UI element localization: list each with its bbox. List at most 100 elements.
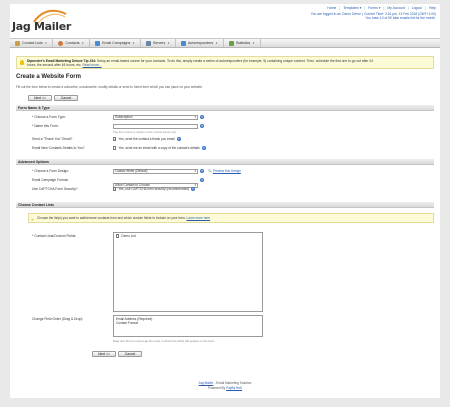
- contacts-icon: [58, 40, 64, 46]
- footer-line-2: Powered By PayByTech: [10, 386, 440, 391]
- nav-label: Statistics: [235, 41, 251, 45]
- top-links: Home | Templates ▾ | Forms ▾ | My Account | …: [327, 6, 436, 10]
- lists-notice-text: Choose the list(s) you want to add/remov…: [37, 216, 186, 220]
- form-design-select[interactable]: Classic White (Default): [113, 169, 198, 174]
- page-container: Jag Mailer Home | Templates ▾ | Forms ▾ | M…: [10, 4, 440, 398]
- help-icon[interactable]: ?: [176, 137, 181, 141]
- contact-lists-icon: [15, 40, 20, 46]
- checkmark-icon: ✔: [31, 216, 35, 222]
- chevron-down-icon: ▼: [167, 41, 170, 45]
- next-button[interactable]: Next >>: [28, 95, 52, 101]
- chevron-down-icon: ▼: [252, 41, 255, 45]
- nav-label: Servers: [152, 41, 166, 45]
- lists-rows: * Contact Lists/Custom Fields: Demo List…: [16, 226, 434, 350]
- footer-powered-by: Powered By: [207, 386, 227, 390]
- help-icon[interactable]: ?: [200, 124, 204, 128]
- list-item-label: Demo List: [121, 234, 136, 238]
- preview-icon: 🔍: [208, 169, 212, 173]
- form-name-hint: The form name is shown in the control pa…: [113, 130, 177, 134]
- chevron-down-icon: ▼: [44, 41, 48, 45]
- section-form-name-type: Form Name & Type: [16, 105, 434, 111]
- top-link-home[interactable]: Home: [327, 6, 336, 10]
- nav-email-campaigns[interactable]: Email Campaigns ▼: [90, 39, 141, 47]
- main-nav: Contact Lists ▼ Contacts ▼ Email Campaig…: [10, 38, 440, 48]
- nav-contacts[interactable]: Contacts ▼: [53, 39, 91, 47]
- tip-text-2: hours, the second after 48 hours, etc.: [27, 63, 82, 68]
- contact-lists-box[interactable]: Demo List: [113, 232, 263, 312]
- footer-tagline: - Email Marketing Solution: [213, 381, 252, 385]
- help-icon[interactable]: ?: [200, 169, 204, 173]
- form-type-label: * Choose a Form Type:: [32, 115, 66, 119]
- nav-label: Email Campaigns: [102, 41, 131, 45]
- tip-text: Setup an email-based course for your con…: [96, 59, 374, 63]
- learn-more-link[interactable]: Learn more here: [187, 216, 211, 220]
- help-icon[interactable]: ?: [201, 146, 206, 150]
- campaign-format-label: Email Campaign Format:: [32, 178, 69, 182]
- list-item[interactable]: Demo List: [114, 233, 262, 239]
- top-link-logout[interactable]: Logout: [412, 6, 422, 10]
- advanced-rows: * Choose a Form Design: Classic White (D…: [16, 167, 434, 199]
- form-name-label: * Name this Form:: [32, 124, 59, 128]
- chevron-down-icon: ▼: [132, 41, 135, 45]
- nav-label: Contacts: [65, 41, 80, 45]
- thank-you-checkbox[interactable]: [113, 137, 118, 141]
- chevron-down-icon: ▼: [81, 41, 85, 45]
- field-order-item[interactable]: Contact Format: [116, 321, 260, 325]
- nav-servers[interactable]: Servers ▼: [141, 39, 176, 47]
- top-link-forms[interactable]: Forms ▾: [368, 6, 380, 10]
- footer-brand-link[interactable]: Jag Mailer: [199, 381, 214, 385]
- field-order-box[interactable]: Email Address (Required) Contact Format: [113, 315, 263, 337]
- captcha-text: Yes, use CAPTCHA form security (recommen…: [118, 187, 189, 191]
- nav-statistics[interactable]: Statistics ▼: [224, 39, 261, 47]
- tip-read-more-link[interactable]: Read more...: [83, 63, 102, 67]
- next-button-bottom[interactable]: Next >>: [92, 351, 116, 357]
- nav-label: Autoresponders: [187, 41, 214, 45]
- lightbulb-icon: [20, 60, 24, 65]
- footer: Jag Mailer - Email Marketing Solution Po…: [10, 381, 440, 391]
- captcha-checkbox[interactable]: [113, 187, 118, 191]
- help-icon[interactable]: ?: [200, 115, 204, 119]
- nav-contact-lists[interactable]: Contact Lists ▼: [10, 39, 54, 47]
- notify-label: Email New Contacts Details to You?: [32, 146, 85, 150]
- page-title: Create a Website Form: [16, 74, 81, 80]
- thank-you-label: Send a "Thank You" Email?: [32, 137, 73, 141]
- notify-checkbox[interactable]: [113, 146, 117, 150]
- cancel-button-bottom[interactable]: Cancel: [118, 351, 142, 357]
- notify-option: Yes, send me an email with a copy of the…: [113, 146, 206, 150]
- statistics-icon: [228, 40, 234, 46]
- bottom-button-row: Next >> Cancel: [92, 351, 142, 357]
- list-item-checkbox[interactable]: [116, 234, 120, 238]
- cancel-button[interactable]: Cancel: [54, 95, 78, 101]
- section-advanced-options: Advanced Options: [16, 159, 434, 165]
- tip-box: Dipmeder's Email Marketing Deluxe Tip #3…: [16, 56, 434, 69]
- login-status: You are logged in as 'Demo Demo' | Curre…: [311, 12, 436, 21]
- field-order-label: Change Field Order (Drag & Drop):: [32, 317, 84, 321]
- top-link-templates[interactable]: Templates ▾: [343, 6, 361, 10]
- top-link-my-account[interactable]: My Account: [387, 6, 405, 10]
- contact-lists-label: * Contact Lists/Custom Fields:: [32, 234, 77, 238]
- form-design-label: * Choose a Form Design:: [32, 169, 70, 173]
- email-campaigns-icon: [95, 40, 101, 46]
- preview-design-link[interactable]: Preview this Design: [213, 169, 241, 173]
- preview-design: 🔍 Preview this Design: [208, 169, 241, 173]
- thank-you-text: Yes, send the contact a thank you email: [118, 137, 175, 141]
- footer-powered-link[interactable]: PayByTech: [226, 386, 242, 390]
- app-logo[interactable]: Jag Mailer: [12, 6, 72, 34]
- help-icon[interactable]: ?: [200, 178, 204, 182]
- section-contact-lists: Choose Contact Lists: [16, 202, 434, 208]
- top-button-row: Next >> Cancel: [28, 95, 78, 101]
- autoresponders-icon: [180, 40, 186, 46]
- form-name-input[interactable]: [113, 124, 198, 129]
- lists-notice: ✔ Choose the list(s) you want to add/rem…: [28, 213, 434, 223]
- thank-you-option: Yes, send the contact a thank you email …: [113, 137, 181, 141]
- nav-autoresponders[interactable]: Autoresponders ▼: [176, 39, 224, 47]
- form-name-type-rows: * Choose a Form Type: Subscription ? * N…: [16, 113, 434, 159]
- logo-text: Jag Mailer: [12, 20, 72, 33]
- form-type-select[interactable]: Subscription: [113, 115, 198, 120]
- help-icon[interactable]: ?: [190, 187, 195, 191]
- chevron-down-icon: ▼: [215, 41, 218, 45]
- captcha-option: Yes, use CAPTCHA form security (recommen…: [113, 187, 195, 191]
- top-link-help[interactable]: Help: [429, 6, 436, 10]
- nav-label: Contact Lists: [22, 41, 43, 45]
- field-order-hint: Drag and drop to rearrange the order in …: [113, 339, 215, 343]
